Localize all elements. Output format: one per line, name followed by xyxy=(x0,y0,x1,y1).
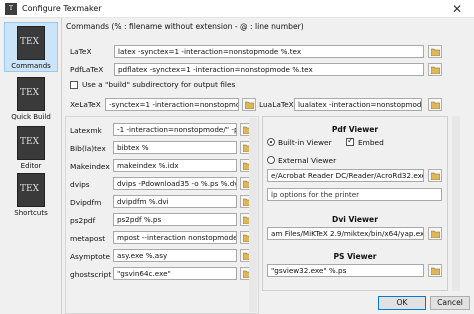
ps-viewer-title: PS Viewer xyxy=(333,252,377,261)
dvi-viewer-browse-button[interactable] xyxy=(428,227,442,240)
ps2pdf-label: ps2pdf xyxy=(70,216,96,225)
sidebar-item-label: Quick Build xyxy=(11,113,51,121)
pdflatex-command-field[interactable]: pdflatex -synctex=1 -interaction=nonstop… xyxy=(114,63,424,76)
sidebar-item-label: Editor xyxy=(20,162,42,170)
bibtex-label: Bib(la)tex xyxy=(70,144,106,153)
external-viewer-browse-button[interactable] xyxy=(428,169,442,182)
dvi-viewer-path-field[interactable]: am Files/MiKTeX 2.9/miktex/bin/x64/yap.e… xyxy=(267,227,424,240)
embed-label: Embed xyxy=(358,138,384,147)
folder-icon xyxy=(245,101,254,109)
bibtex-command-field[interactable]: bibtex % xyxy=(113,141,237,154)
pdf-viewer-title: Pdf Viewer xyxy=(331,125,379,134)
xelatex-label: XeLaTeX xyxy=(70,100,101,109)
sidebar-item-shortcuts[interactable]: Shortcuts xyxy=(4,170,58,220)
lualatex-browse-button[interactable] xyxy=(428,98,442,111)
build-subdirectory-label: Use a "build" subdirectory for output fi… xyxy=(82,80,236,89)
dvips-command-field[interactable]: dvips -Pdownload35 -o %.ps %.dvi xyxy=(113,177,237,190)
ghostscript-label: ghostscript xyxy=(70,270,112,279)
dvi-viewer-title: Dvi Viewer xyxy=(332,215,378,224)
build-subdirectory-checkbox[interactable] xyxy=(70,81,78,89)
makeindex-label: Makeindex xyxy=(70,162,110,171)
pdflatex-browse-button[interactable] xyxy=(428,63,442,76)
viewers-scrollbar[interactable] xyxy=(452,116,460,291)
external-viewer-radio[interactable] xyxy=(267,156,275,164)
folder-icon xyxy=(431,101,440,109)
pdflatex-label: PdfLaTeX xyxy=(70,65,104,74)
dvipdfm-command-field[interactable]: dvipdfm %.dvi xyxy=(113,195,237,208)
external-viewer-path-field[interactable]: e/Acrobat Reader DC/Reader/AcroRd32.exe"… xyxy=(267,169,424,182)
makeindex-command-field[interactable]: makeindex %.idx xyxy=(113,159,237,172)
ps-viewer-browse-button[interactable] xyxy=(428,264,442,277)
folder-icon xyxy=(431,48,440,56)
sidebar-item-label: Commands xyxy=(11,62,51,70)
cancel-button[interactable]: Cancel xyxy=(430,296,470,310)
printer-options-field[interactable]: lp options for the printer xyxy=(267,188,442,201)
sidebar-item-editor[interactable]: Editor xyxy=(4,123,58,173)
tex-quick-build-icon xyxy=(17,77,45,111)
lualatex-label: LuaLaTeX xyxy=(259,100,294,109)
commands-panel: Commands (% : filename without extension… xyxy=(62,18,474,314)
sidebar-item-label: Shortcuts xyxy=(14,209,48,217)
asymptote-label: Asymptote xyxy=(70,252,111,261)
folder-icon xyxy=(431,267,440,275)
commands-header: Commands (% : filename without extension… xyxy=(66,22,304,31)
embed-checkbox[interactable] xyxy=(346,136,354,146)
builtin-viewer-label: Built-in Viewer xyxy=(278,138,332,147)
tex-commands-icon xyxy=(17,26,45,60)
commands-scrollbar[interactable] xyxy=(249,118,257,312)
latexmk-command-field[interactable]: -1 -interaction=nonstopmode/" -pdf %.tex xyxy=(113,123,237,136)
tex-shortcuts-icon xyxy=(17,173,45,207)
latex-browse-button[interactable] xyxy=(428,45,442,58)
xelatex-command-field[interactable]: -synctex=1 -interaction=nonstopmode %.te… xyxy=(105,98,239,111)
dvips-label: dvips xyxy=(70,180,90,189)
ps2pdf-command-field[interactable]: ps2pdf %.ps xyxy=(113,213,237,226)
xelatex-browse-button[interactable] xyxy=(242,98,256,111)
title-bar: T Configure Texmaker ✕ xyxy=(0,0,474,18)
folder-icon xyxy=(431,66,440,74)
external-viewer-label: External Viewer xyxy=(278,156,337,165)
metapost-label: metapost xyxy=(70,234,106,243)
sidebar-item-quick-build[interactable]: Quick Build xyxy=(4,74,58,124)
latex-command-field[interactable]: latex -synctex=1 -interaction=nonstopmod… xyxy=(114,45,424,58)
config-sidebar: Commands Quick Build Editor Shortcuts xyxy=(0,18,62,314)
ok-button[interactable]: OK xyxy=(378,296,426,310)
sidebar-item-commands[interactable]: Commands xyxy=(4,22,58,72)
latex-label: LaTeX xyxy=(70,47,92,56)
latexmk-label: Latexmk xyxy=(70,126,102,135)
metapost-command-field[interactable]: mpost --interaction nonstopmode xyxy=(113,231,237,244)
asymptote-command-field[interactable]: asy.exe %.asy xyxy=(113,249,237,262)
ghostscript-command-field[interactable]: "gsvin64c.exe" xyxy=(113,267,237,280)
window-title: Configure Texmaker xyxy=(22,4,102,13)
folder-icon xyxy=(431,172,440,180)
close-window-button[interactable]: ✕ xyxy=(444,1,470,17)
lualatex-command-field[interactable]: lualatex -interaction=nonstopmode %.tex xyxy=(294,98,422,111)
builtin-viewer-radio[interactable] xyxy=(267,138,275,146)
dvipdfm-label: Dvipdfm xyxy=(70,198,102,207)
folder-icon xyxy=(431,230,440,238)
texmaker-app-icon: T xyxy=(5,3,17,15)
tex-editor-icon xyxy=(17,126,45,160)
ps-viewer-path-field[interactable]: "gsview32.exe" %.ps xyxy=(267,264,424,277)
